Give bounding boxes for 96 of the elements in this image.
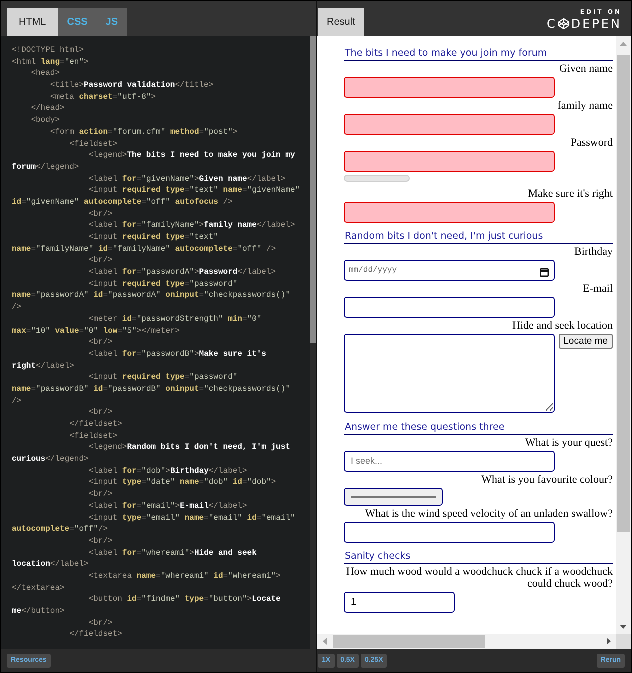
up-arrow-icon xyxy=(620,42,627,46)
code-line: max="10" value="0" low="5"></meter> xyxy=(12,326,180,338)
date-field[interactable]: mm/dd/yyyy xyxy=(344,260,555,281)
text-field[interactable] xyxy=(344,297,555,318)
code-line: <textarea name="whereami" id="whereami"> xyxy=(88,570,281,583)
text-field[interactable]: I seek... xyxy=(344,451,555,472)
section-legend: Answer me these questions three xyxy=(344,422,613,435)
code-line: <br/> xyxy=(88,255,113,268)
field-label: E-mail xyxy=(582,283,613,295)
code-line: <head> xyxy=(30,68,60,80)
logo-text: DEPEN xyxy=(571,16,622,30)
code-line: <br/> xyxy=(88,407,113,419)
code-line: <input required type="text" name="givenName" xyxy=(88,185,300,197)
code-line: </fieldset> xyxy=(68,419,122,431)
code-line: <input required type="password" xyxy=(88,278,238,290)
code-line: /> xyxy=(12,396,22,408)
code-line: <button id="findme" type="button">Locate xyxy=(88,594,281,606)
right-arrow-icon xyxy=(606,638,610,645)
code-line: <label for="passwordB">Make sure it's xyxy=(88,348,266,361)
code-line: name="passwordB" id="passwordB" oninput="checkpasswords()" xyxy=(12,384,290,396)
code-line: </head> xyxy=(30,103,65,116)
code-line: <form action="forum.cfm" method="post"> xyxy=(49,126,238,138)
code-line: <br/> xyxy=(88,489,113,501)
code-line: id="givenName" autocomplete="off" autofocus /> xyxy=(12,196,233,209)
code-line: <title>Password validation</title> xyxy=(49,80,214,92)
code-line: location</label> xyxy=(12,559,89,571)
code-line: <legend>The bits I need to make you join my xyxy=(88,150,296,162)
scrollbar-corner xyxy=(616,634,631,649)
section-legend: The bits I need to make you join my forum xyxy=(344,48,613,61)
code-line: name="familyName" id="familyName" autocomplete="off" /> xyxy=(12,244,276,256)
code-line: <body> xyxy=(30,115,60,127)
result-tab[interactable]: Result xyxy=(318,8,364,36)
code-line: <fieldset> xyxy=(68,430,118,442)
code-line: <label for="dob">Birthday</label> xyxy=(88,466,248,478)
code-line: </textarea> xyxy=(12,582,65,594)
code-line: curious</legend> xyxy=(12,454,89,466)
calendar-icon xyxy=(540,268,549,277)
vertical-scrollbar[interactable] xyxy=(616,36,631,634)
scrollbar-thumb[interactable] xyxy=(333,635,485,648)
text-field[interactable] xyxy=(344,114,555,135)
scrollbar-thumb[interactable] xyxy=(310,36,316,343)
code-line: forum</legend> xyxy=(12,162,80,174)
code-line: me</button> xyxy=(12,606,65,618)
code-line: <meter id="passwordStrength" min="0" xyxy=(88,314,262,326)
code-line: <label for="familyName">family name</label> xyxy=(88,220,296,232)
code-line: <label for="givenName">Given name</label> xyxy=(88,174,286,186)
field-label: What is you favourite colour? xyxy=(480,474,613,486)
code-line: /> xyxy=(12,302,22,314)
code-line: <input type="email" name="email" id="email" xyxy=(88,512,296,524)
text-field[interactable] xyxy=(344,202,555,223)
code-line: <!DOCTYPE html> xyxy=(12,45,84,57)
code-line: name="passwordA" id="passwordA" oninput="checkpasswords()" xyxy=(12,290,290,302)
number-field[interactable]: 1 xyxy=(344,592,455,613)
code-line: <label for="passwordA">Password</label> xyxy=(88,267,276,279)
code-line: <label for="email">E-mail</label> xyxy=(88,500,248,512)
field-label: What is the wind speed velocity of an unladen swallow? xyxy=(364,508,613,520)
text-field[interactable] xyxy=(344,151,555,172)
text-field[interactable] xyxy=(344,77,555,98)
horizontal-scrollbar[interactable] xyxy=(317,634,616,649)
field-label: Hide and seek location xyxy=(512,320,613,332)
section-legend: Random bits I don't need, I'm just curious xyxy=(344,231,613,244)
code-line: <input required type="password" xyxy=(88,372,238,384)
color-picker[interactable] xyxy=(344,488,443,506)
field-label: What is your quest? xyxy=(524,437,613,449)
logo-text: C xyxy=(546,16,558,30)
field-label: Given name xyxy=(558,63,613,75)
code-line: <br/> xyxy=(88,208,113,220)
code-line: <br/> xyxy=(88,618,113,630)
code-line: <input type="date" name="dob" id="dob"> xyxy=(88,477,276,490)
code-line: <legend>Random bits I don't need, I'm just xyxy=(88,442,290,454)
left-arrow-icon xyxy=(322,638,326,645)
code-line: <br/> xyxy=(88,536,113,548)
editor-tab[interactable]: HTML xyxy=(7,8,58,36)
text-field[interactable] xyxy=(344,522,555,543)
code-line: <meta charset="utf-8"> xyxy=(49,92,156,104)
code-line: autocomplete="off"/> xyxy=(12,524,108,536)
field-label: Password xyxy=(570,137,613,149)
down-arrow-icon xyxy=(620,624,627,628)
editor-tab[interactable]: JS xyxy=(96,8,128,36)
locate-button[interactable]: Locate me xyxy=(558,334,613,349)
field-label: family name xyxy=(556,100,613,112)
cube-icon xyxy=(558,18,570,30)
code-line: <br/> xyxy=(88,337,113,349)
section-legend: Sanity checks xyxy=(344,551,613,564)
field-label: Make sure it's right xyxy=(527,188,613,200)
field-label: How much wood would a woodchuck chuck if a woodchuck could chuck wood? xyxy=(345,566,613,590)
code-line: <fieldset> xyxy=(68,138,118,150)
code-line: right</label> xyxy=(12,360,74,372)
editor-tab[interactable]: CSS xyxy=(58,8,97,36)
code-line: <input required type="text" xyxy=(88,232,218,244)
field-label: Birthday xyxy=(574,246,613,258)
code-line: </fieldset> xyxy=(68,629,122,642)
textarea-field[interactable] xyxy=(344,334,555,413)
code-line: <label for="whereami">Hide and seek xyxy=(88,548,257,560)
code-line: <html lang="en"> xyxy=(12,56,89,68)
scrollbar-thumb[interactable] xyxy=(617,55,630,532)
